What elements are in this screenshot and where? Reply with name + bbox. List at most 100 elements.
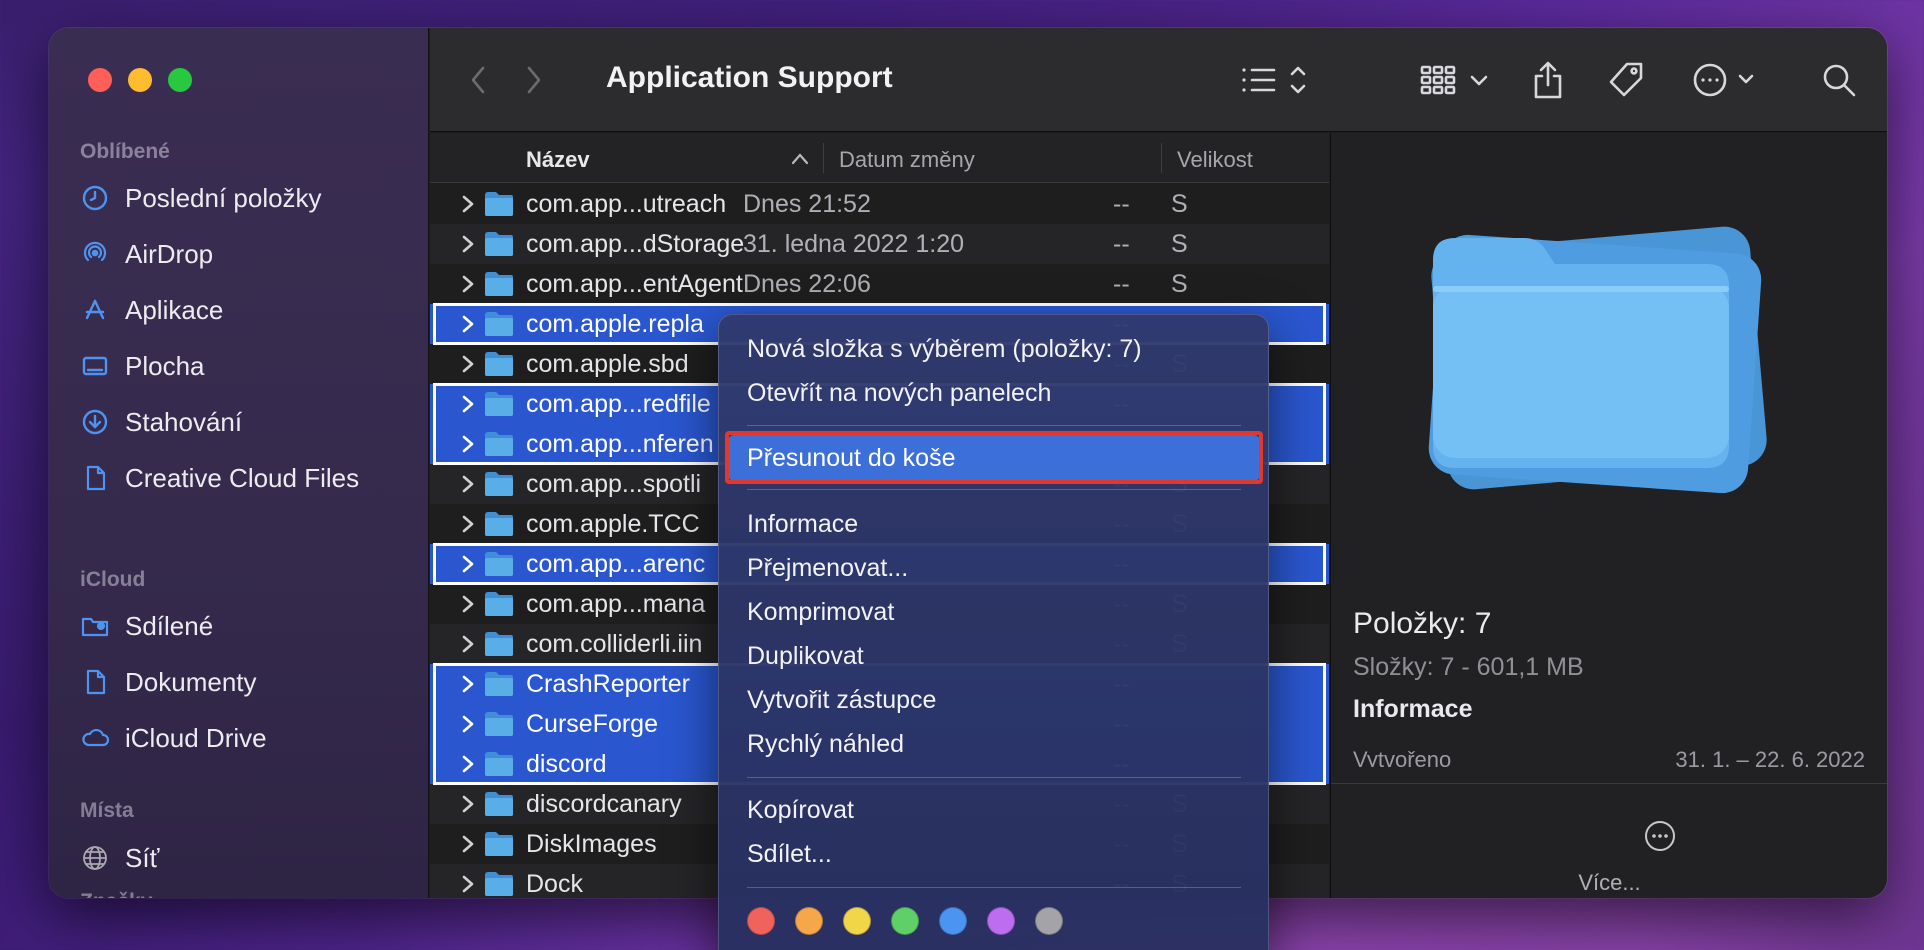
tag-color-dot[interactable] [987,907,1015,935]
disclosure-chevron-icon[interactable] [460,832,476,856]
sidebar-item-label: Plocha [125,350,205,381]
more-actions-button[interactable] [1692,58,1766,102]
column-name-header[interactable]: Název [526,147,590,173]
applications-icon [79,294,111,326]
cloud-icon [79,722,111,754]
forward-button[interactable] [516,58,552,102]
sidebar-item-downloads[interactable]: Stahování [79,400,242,444]
file-row[interactable]: com.app...dStorage 31. ledna 2022 1:20 -- S [430,224,1329,264]
sidebar-item-creative-cloud-files[interactable]: Creative Cloud Files [79,456,359,500]
file-row[interactable]: com.app...utreach Dnes 21:52 -- S [430,184,1329,224]
share-button[interactable] [1528,58,1568,102]
menu-item-copy[interactable]: Kopírovat [747,796,854,825]
window-title: Application Support [606,61,893,94]
sidebar-item-label: Creative Cloud Files [125,462,360,493]
column-date-header[interactable]: Datum změny [839,147,975,173]
search-button[interactable] [1817,58,1861,102]
sidebar-item-label: Síť [125,842,160,873]
tag-color-dot[interactable] [795,907,823,935]
preview-subtitle: Složky: 7 - 601,1 MB [1353,653,1584,681]
sidebar-item-shared[interactable]: Sdílené [79,604,213,648]
sidebar: Oblíbené Poslední položky AirDrop Aplika… [49,28,429,898]
file-name: com.app...entAgent [526,270,743,298]
tag-color-dot[interactable] [939,907,967,935]
file-name: com.app...spotli [526,470,702,498]
menu-item-duplicate[interactable]: Duplikovat [747,642,864,671]
clock-icon [79,182,111,214]
disclosure-chevron-icon[interactable] [460,632,476,656]
sidebar-item-applications[interactable]: Aplikace [79,288,223,332]
tag-color-dot[interactable] [1035,907,1063,935]
sidebar-item-network[interactable]: Síť [79,836,159,880]
menu-item-quick-look[interactable]: Rychlý náhled [747,730,904,759]
file-name: Dock [526,870,583,898]
share-icon [1534,61,1562,99]
tags-button[interactable] [1604,58,1648,102]
close-window-button[interactable] [88,68,112,92]
disclosure-chevron-icon[interactable] [460,192,476,216]
menu-item-rename[interactable]: Přejmenovat... [747,554,908,583]
file-name: com.app...utreach [526,190,727,218]
folder-icon [484,191,514,217]
menu-separator [747,489,1241,490]
menu-item-share[interactable]: Sdílet... [747,840,832,869]
disclosure-chevron-icon[interactable] [460,592,476,616]
file-name: com.apple.TCC [526,510,700,538]
menu-item-get-info[interactable]: Informace [747,510,858,539]
ellipsis-circle-icon[interactable] [1643,819,1677,853]
sidebar-item-recents[interactable]: Poslední položky [79,176,322,220]
menu-item-new-folder-with-selection[interactable]: Nová složka s výběrem (položky: 7) [747,335,1142,364]
sidebar-item-documents[interactable]: Dokumenty [79,660,257,704]
sidebar-item-label: Aplikace [125,294,224,325]
column-size-header[interactable]: Velikost [1177,147,1253,173]
view-options-button[interactable] [1240,58,1316,102]
back-button[interactable] [460,58,496,102]
group-by-button[interactable] [1420,58,1496,102]
column-divider[interactable] [823,143,824,173]
folder-icon [484,791,514,817]
sidebar-section-icloud: iCloud [80,568,146,591]
file-date: Dnes 22:06 [743,270,871,298]
sidebar-item-label: Poslední položky [125,182,322,213]
folder-stack-icon [1428,226,1767,494]
disclosure-chevron-icon[interactable] [460,232,476,256]
preview-pane: Položky: 7 Složky: 7 - 601,1 MB Informac… [1330,133,1887,898]
tag-color-dot[interactable] [747,907,775,935]
sidebar-item-desktop[interactable]: Plocha [79,344,205,388]
tag-color-dot[interactable] [891,907,919,935]
disclosure-chevron-icon[interactable] [460,352,476,376]
file-kind: S [1171,270,1188,298]
disclosure-chevron-icon[interactable] [460,872,476,896]
menu-item-move-to-trash[interactable]: Přesunout do koše [747,444,955,473]
created-value: 31. 1. – 22. 6. 2022 [1675,747,1865,767]
sort-ascending-icon [791,146,809,172]
shared-folder-icon [79,610,111,642]
tag-icon [1609,62,1643,97]
sidebar-item-icloud-drive[interactable]: iCloud Drive [79,716,267,760]
file-name: com.app...dStorage [526,230,745,258]
desktop-icon [79,350,111,382]
file-name: com.colliderli.iin [526,630,703,658]
folder-icon [484,831,514,857]
tag-color-dot[interactable] [843,907,871,935]
disclosure-chevron-icon[interactable] [460,792,476,816]
disclosure-chevron-icon[interactable] [460,272,476,296]
sidebar-section-favorites: Oblíbené [80,140,170,163]
menu-item-make-alias[interactable]: Vytvořit zástupce [747,686,936,715]
grid-icon [1420,65,1488,95]
disclosure-chevron-icon[interactable] [460,472,476,496]
sidebar-section-tags: Značky [80,890,152,898]
zoom-window-button[interactable] [168,68,192,92]
column-divider[interactable] [1161,143,1162,173]
preview-title: Položky: 7 [1353,607,1492,640]
disclosure-chevron-icon[interactable] [460,512,476,536]
folder-icon [484,231,514,257]
menu-item-open-in-new-tabs[interactable]: Otevřít na nových panelech [747,379,1051,408]
sidebar-item-airdrop[interactable]: AirDrop [79,232,213,276]
minimize-window-button[interactable] [128,68,152,92]
more-button-label[interactable]: Více... [1331,870,1887,896]
file-name: DiskImages [526,830,657,858]
file-row[interactable]: com.app...entAgent Dnes 22:06 -- S [430,264,1329,304]
menu-item-compress[interactable]: Komprimovat [747,598,894,627]
sidebar-item-label: Sdílené [125,610,214,641]
